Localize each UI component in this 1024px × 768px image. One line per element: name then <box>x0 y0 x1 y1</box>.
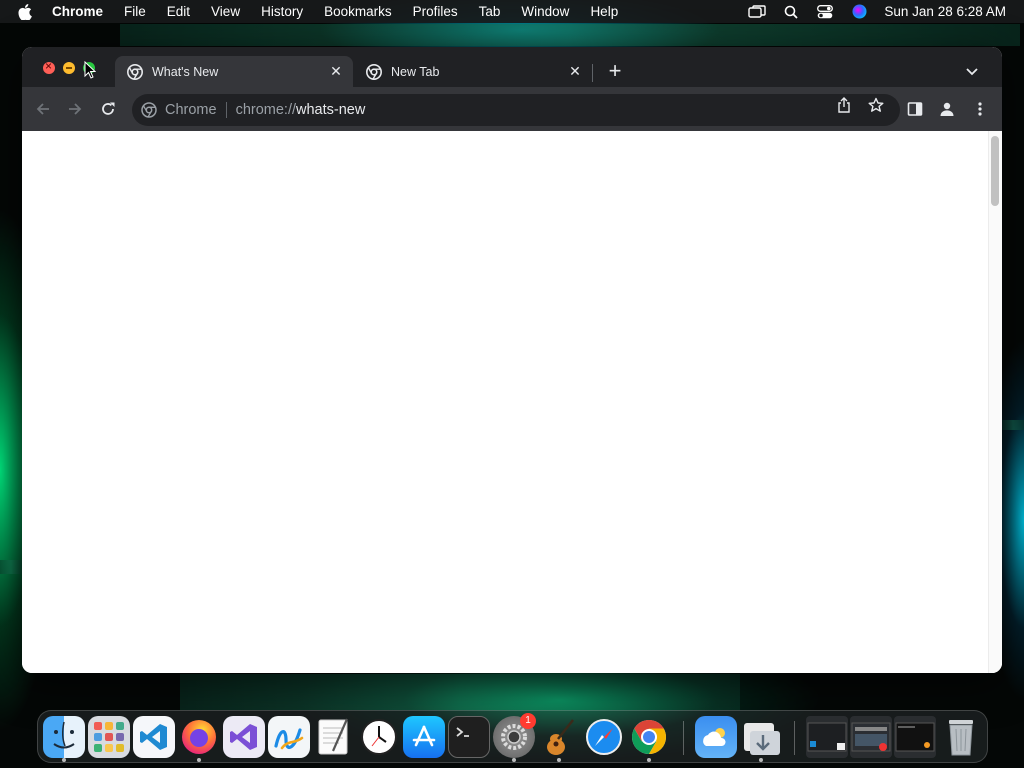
window-thumbnail-icon[interactable] <box>894 716 936 758</box>
finder-icon[interactable] <box>43 716 85 758</box>
tab-separator <box>592 64 593 82</box>
menu-edit[interactable]: Edit <box>167 4 190 19</box>
weather-icon[interactable] <box>695 716 737 758</box>
tab-title: What's New <box>152 64 219 79</box>
tab-strip: What's New ✕ New Tab ✕ + <box>22 47 1002 87</box>
garageband-icon[interactable] <box>538 716 580 758</box>
freeform-icon[interactable] <box>268 716 310 758</box>
menu-history[interactable]: History <box>261 4 303 19</box>
menu-clock[interactable]: Sun Jan 28 6:28 AM <box>884 4 1006 19</box>
menu-bar: Chrome File Edit View History Bookmarks … <box>0 0 1024 23</box>
bookmark-star-icon[interactable] <box>867 96 885 114</box>
app-store-icon[interactable] <box>403 716 445 758</box>
omnibox-divider <box>225 102 227 118</box>
window-close-button[interactable] <box>43 59 55 74</box>
more-menu-icon[interactable] <box>970 99 990 119</box>
tab-new-tab[interactable]: New Tab ✕ <box>354 56 592 87</box>
window-thumbnail-icon[interactable] <box>850 716 892 758</box>
notification-badge: 1 <box>520 713 536 729</box>
page-scheme-label: Chrome <box>165 102 217 118</box>
side-panel-icon[interactable] <box>905 99 925 119</box>
share-icon[interactable] <box>835 96 853 114</box>
control-center-icon[interactable] <box>814 4 836 20</box>
tab-title: New Tab <box>391 64 440 79</box>
address-bar[interactable]: Chrome chrome:// whats-new <box>132 94 900 126</box>
window-thumbnail-icon[interactable] <box>806 716 848 758</box>
spotlight-search-icon[interactable] <box>780 4 802 20</box>
safari-icon[interactable] <box>583 716 625 758</box>
vscode-icon[interactable] <box>133 716 175 758</box>
forward-button[interactable] <box>65 99 85 119</box>
window-minimize-button[interactable] <box>63 62 75 74</box>
mouse-cursor-icon <box>84 60 97 84</box>
dock-separator <box>683 721 684 755</box>
url-host: whats-new <box>296 102 366 118</box>
terminal-icon[interactable] <box>448 716 490 758</box>
running-indicator <box>557 758 561 762</box>
apple-menu-icon[interactable] <box>18 3 36 20</box>
browser-toolbar: Chrome chrome:// whats-new <box>22 87 1002 131</box>
running-indicator <box>197 758 201 762</box>
clock-icon[interactable] <box>358 716 400 758</box>
tab-close-icon[interactable]: ✕ <box>568 63 582 79</box>
dock-separator <box>794 721 795 755</box>
screen-mirroring-icon[interactable] <box>746 4 768 20</box>
scrollbar-thumb[interactable] <box>991 136 999 206</box>
launchpad-icon[interactable] <box>88 716 130 758</box>
back-button[interactable] <box>33 99 53 119</box>
reload-button[interactable] <box>98 99 118 119</box>
visual-studio-icon[interactable] <box>223 716 265 758</box>
running-indicator <box>62 758 66 762</box>
profile-avatar-icon[interactable] <box>937 99 957 119</box>
running-indicator <box>647 758 651 762</box>
firefox-icon[interactable] <box>178 716 220 758</box>
dock: 1 <box>37 710 988 763</box>
page-scrollbar[interactable] <box>988 131 1002 673</box>
menu-bookmarks[interactable]: Bookmarks <box>324 4 392 19</box>
new-tab-button[interactable]: + <box>604 60 626 83</box>
running-indicator <box>512 758 516 762</box>
menu-file[interactable]: File <box>124 4 146 19</box>
siri-icon[interactable] <box>848 4 870 20</box>
menu-window[interactable]: Window <box>521 4 569 19</box>
page-content-area[interactable] <box>22 131 1002 673</box>
chrome-favicon-icon <box>127 63 143 80</box>
running-indicator <box>759 758 763 762</box>
chrome-favicon-icon <box>366 63 382 80</box>
tab-close-icon[interactable]: ✕ <box>329 63 343 79</box>
menu-tab[interactable]: Tab <box>479 4 501 19</box>
menu-app-name[interactable]: Chrome <box>52 4 103 19</box>
chrome-icon[interactable] <box>628 716 670 758</box>
textedit-icon[interactable] <box>313 716 355 758</box>
chrome-window: What's New ✕ New Tab ✕ + <box>22 47 1002 673</box>
downloads-icon[interactable] <box>740 716 782 758</box>
menu-help[interactable]: Help <box>590 4 618 19</box>
chrome-page-icon[interactable] <box>141 102 157 118</box>
menu-profiles[interactable]: Profiles <box>413 4 458 19</box>
url-prefix: chrome:// <box>235 102 297 118</box>
tab-whats-new[interactable]: What's New ✕ <box>115 56 353 87</box>
tab-search-chevron-icon[interactable] <box>964 63 980 79</box>
menu-view[interactable]: View <box>211 4 240 19</box>
trash-icon[interactable] <box>940 716 982 758</box>
